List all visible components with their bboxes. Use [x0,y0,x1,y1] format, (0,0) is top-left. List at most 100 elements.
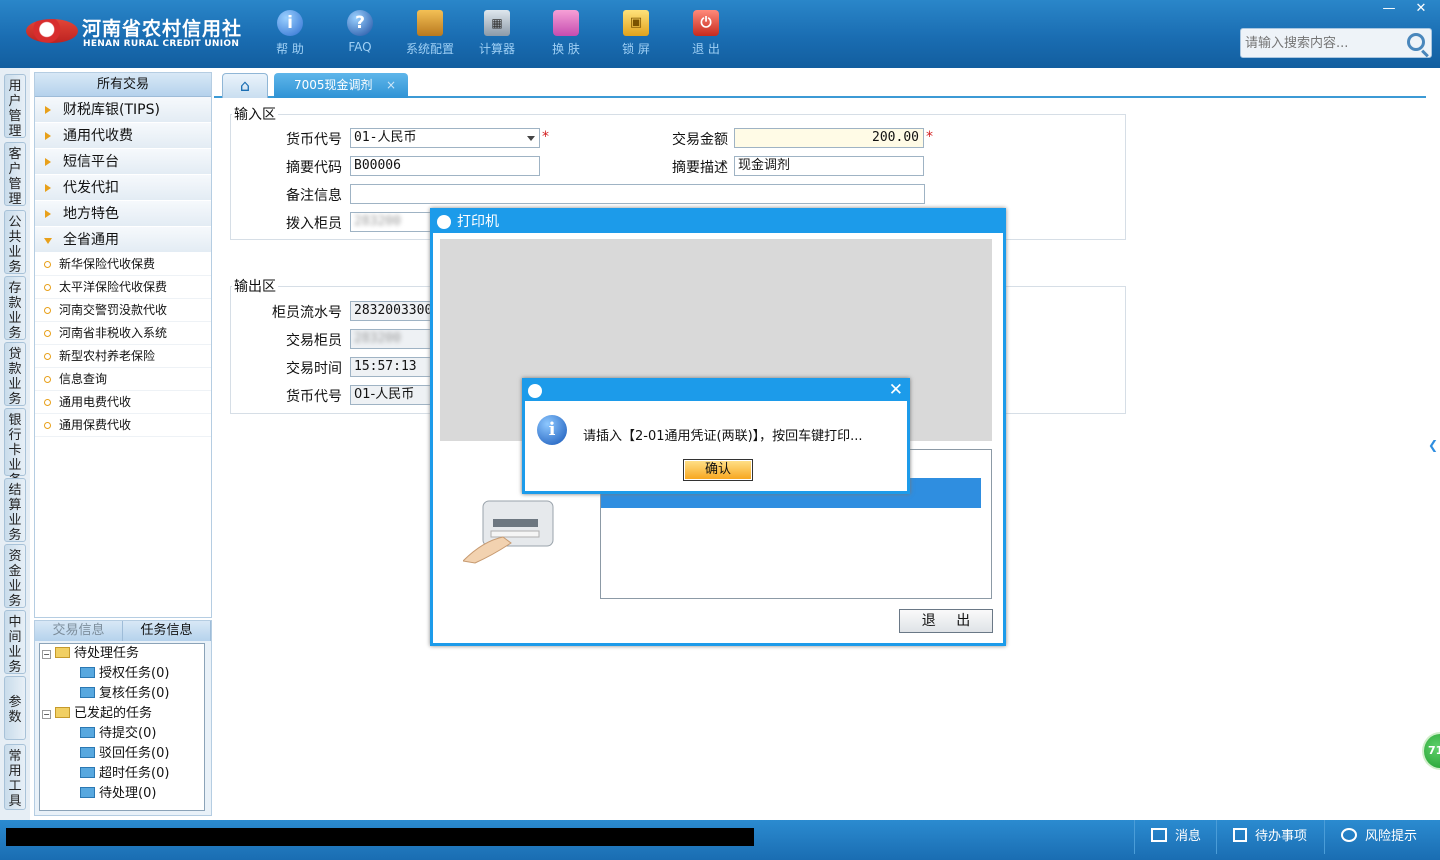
system-config-label: 系统配置 [405,42,454,56]
required-mark: * [542,129,549,145]
tab-label: 7005现金调剂 [294,78,373,92]
collapse-icon[interactable]: − [42,650,51,659]
side-tab-customer-management[interactable]: 客户管理 [4,142,26,207]
power-icon: ⏻ [693,10,719,36]
amount-label: 交易金额 [672,132,728,148]
tree-label: 待处理(0) [99,786,157,801]
status-risk-label: 风险提示 [1365,829,1418,844]
info-icon: i [537,415,567,445]
tab-task-info[interactable]: 任务信息 [123,621,211,641]
document-tab-bar: ⌂ 7005现金调剂 × [214,70,1426,98]
nav-item[interactable]: 信息查询 [35,368,211,391]
nav-group-tips[interactable]: 财税库银(TIPS) [35,97,211,123]
currency-select[interactable]: 01-人民币 [350,128,540,148]
tree-node-to-process[interactable]: 待处理(0) [80,784,156,804]
tree-label: 待处理任务 [74,646,140,661]
side-tab-loan[interactable]: 贷款业务 [4,342,26,407]
question-icon: ? [347,10,373,36]
collapse-icon[interactable]: − [42,710,51,719]
chevron-left-icon[interactable]: ❮ [1428,425,1440,465]
tree-label: 复核任务(0) [99,686,170,701]
lock-screen-button[interactable]: ▣ 锁 屏 [606,8,666,60]
mail-icon [1151,828,1167,842]
message-text: 请插入【2-01通用凭证(两联)】，按回车键打印... [583,429,863,444]
tree-node-timeout[interactable]: 超时任务(0) [80,764,169,784]
side-tab-strip: 用户管理 客户管理 公共业务 存款业务 贷款业务 银行卡业务 结算业务 资金业务… [0,68,30,820]
shirt-icon [553,10,579,36]
nav-item[interactable]: 新华保险代收保费 [35,253,211,276]
app-icon [528,384,542,398]
skin-button[interactable]: 换 肤 [536,8,596,60]
status-risk[interactable]: 风险提示 [1324,820,1440,854]
nav-item[interactable]: 通用保费代收 [35,414,211,437]
search-input[interactable] [1241,29,1401,57]
side-tab-bank-card[interactable]: 银行卡业务 [4,408,26,488]
side-tab-intermediary[interactable]: 中间业务 [4,610,26,675]
tree-node-initiated[interactable]: − 已发起的任务 [42,704,152,724]
tree-node-to-submit[interactable]: 待提交(0) [80,724,156,744]
side-tab-deposit[interactable]: 存款业务 [4,276,26,341]
tree-node-auth[interactable]: 授权任务(0) [80,664,169,684]
folder-icon [80,667,95,678]
nav-item[interactable]: 河南交警罚没款代收 [35,299,211,322]
tree-label: 授权任务(0) [99,666,170,681]
side-tab-common-tools[interactable]: 常用工具 [4,744,26,810]
folder-icon [80,747,95,758]
remark-label: 备注信息 [286,188,342,204]
summary-desc-field[interactable]: 现金调剂 [734,156,924,176]
faq-button[interactable]: ? FAQ [330,8,390,60]
minimize-button[interactable]: — [1374,0,1404,18]
amount-field[interactable]: 200.00 [734,128,924,148]
printer-icon [463,500,554,564]
folder-open-icon [55,707,70,718]
side-tab-settlement[interactable]: 结算业务 [4,478,26,543]
nav-item[interactable]: 新型农村养老保险 [35,345,211,368]
tab-close-icon[interactable]: × [386,73,396,97]
nav-header: 所有交易 [35,73,211,97]
nav-group-general-fees[interactable]: 通用代收费 [35,123,211,149]
nav-group-province[interactable]: 全省通用 [35,227,211,253]
toolbox-icon [417,10,443,36]
system-config-button[interactable]: 系统配置 [400,8,460,60]
help-button[interactable]: i 帮 助 [260,8,320,60]
nav-item[interactable]: 太平洋保险代收保费 [35,276,211,299]
lock-icon: ▣ [623,10,649,36]
calculator-icon: ▦ [484,10,510,36]
side-tab-funds[interactable]: 资金业务 [4,544,26,609]
nav-group-sms[interactable]: 短信平台 [35,149,211,175]
summary-code-field[interactable]: B00006 [350,156,540,176]
message-box-titlebar: ✕ [525,380,907,401]
search-icon[interactable] [1407,33,1425,51]
tree-node-rejected[interactable]: 驳回任务(0) [80,744,169,764]
required-mark: * [926,129,933,145]
message-box: ✕ i 请插入【2-01通用凭证(两联)】，按回车键打印... 确认 [522,378,910,494]
side-tab-public-business[interactable]: 公共业务 [4,210,26,275]
close-icon[interactable]: ✕ [889,380,903,400]
tab-transaction-info[interactable]: 交易信息 [35,621,123,641]
logo-title-en: HENAN RURAL CREDIT UNION [83,39,240,49]
nav-group-local[interactable]: 地方特色 [35,201,211,227]
status-messages[interactable]: 消息 [1134,820,1226,854]
nav-item[interactable]: 河南省非税收入系统 [35,322,211,345]
side-tab-parameters[interactable]: 参数 [4,676,26,740]
print-exit-button[interactable]: 退 出 [899,609,993,633]
close-window-button[interactable]: ✕ [1406,0,1436,18]
exit-app-button[interactable]: ⏻ 退 出 [676,8,736,60]
nav-item[interactable]: 通用电费代收 [35,391,211,414]
confirm-button[interactable]: 确认 [683,459,753,481]
remark-field[interactable] [350,184,925,204]
logo-mark-icon [26,19,78,43]
nav-group-payroll[interactable]: 代发代扣 [35,175,211,201]
task-tree: − 待处理任务 授权任务(0) 复核任务(0) − 已发起的任务 待提交(0) 驳回… [39,643,205,811]
exit-app-label: 退 出 [692,42,720,56]
tab-cash-adjustment[interactable]: 7005现金调剂 × [274,73,408,98]
tab-home[interactable]: ⌂ [222,73,268,98]
output-area-legend: 输出区 [232,276,278,296]
tree-node-pending[interactable]: − 待处理任务 [42,644,139,664]
status-todo[interactable]: 待办事项 [1216,820,1324,854]
teller-value: 283200 [354,331,401,346]
calculator-button[interactable]: ▦ 计算器 [467,8,527,60]
tree-node-review[interactable]: 复核任务(0) [80,684,169,704]
folder-icon [80,687,95,698]
side-tab-user-management[interactable]: 用户管理 [4,74,26,139]
